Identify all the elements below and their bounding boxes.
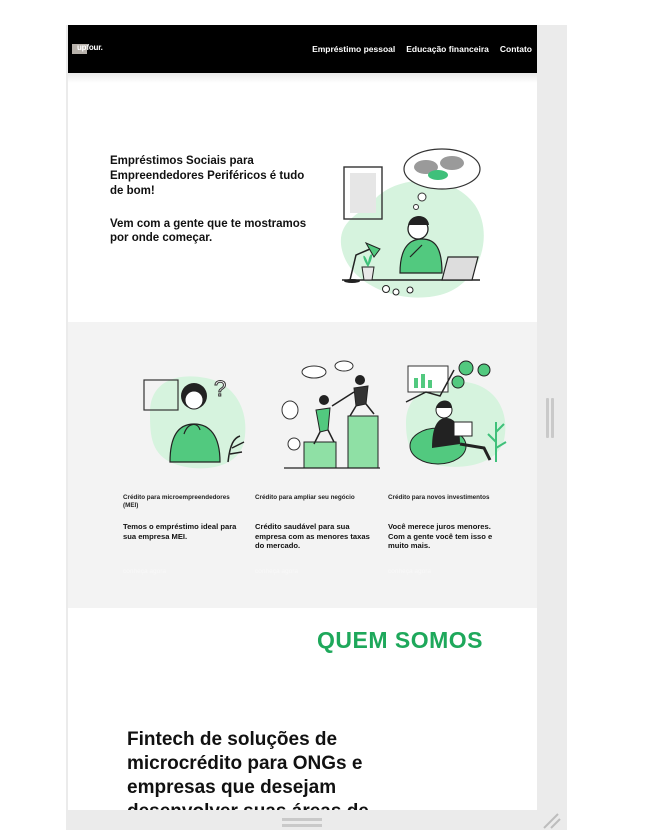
service-card-mei: Crédito para microempreendedores (MEI) T… (123, 494, 243, 575)
service-link[interactable]: conheça agora (123, 568, 243, 575)
website-page: upfour. Empréstimo pessoal Educação fina… (68, 25, 537, 810)
hero-subtitle-line2: por onde começar. (110, 232, 213, 244)
nav-link-educacao-financeira[interactable]: Educação financeira (406, 44, 489, 54)
svg-text:?: ? (214, 376, 226, 401)
climbing-steps-illustration (281, 360, 380, 469)
service-link[interactable]: conheça agora (255, 568, 375, 575)
service-link[interactable]: conheça agora (388, 568, 508, 575)
service-card-ampliar: Crédito para ampliar seu negócio Crédito… (255, 494, 375, 575)
navbar-shadow (68, 73, 537, 83)
service-tag: Crédito para ampliar seu negócio (255, 494, 355, 501)
woman-thinking-illustration: ? (143, 376, 246, 469)
thinking-person-illustration (340, 148, 484, 298)
nav-link-emprestimo-pessoal[interactable]: Empréstimo pessoal (312, 44, 395, 54)
service-description: Temos o empréstimo ideal para sua empres… (123, 522, 237, 541)
service-tag: Crédito para microempreendedores (MEI) (123, 494, 230, 509)
service-tag: Crédito para novos investimentos (388, 494, 490, 501)
hero-title: Empréstimos Sociais para Empreendedores … (110, 155, 305, 197)
services-section: ? Crédito para microempreendedores (MEI)… (68, 322, 537, 608)
nav-links: Empréstimo pessoal Educação financeira C… (312, 44, 532, 54)
top-navbar: upfour. Empréstimo pessoal Educação fina… (68, 25, 537, 73)
nav-link-contato[interactable]: Contato (500, 44, 532, 54)
service-description: Você merece juros menores. Com a gente v… (388, 522, 493, 550)
about-text: Fintech de soluções de microcrédito para… (127, 729, 369, 810)
investor-laptop-illustration (405, 360, 507, 467)
bottom-scroll-grip[interactable] (282, 818, 322, 830)
service-description: Crédito saudável para sua empresa com as… (255, 522, 370, 550)
side-scroll-grip[interactable] (546, 398, 555, 438)
service-card-investimentos: Crédito para novos investimentos Você me… (388, 494, 508, 575)
hero-subtitle-line1: Vem com a gente que te mostramos (110, 218, 307, 230)
logo[interactable]: upfour. (77, 43, 103, 52)
about-title: QUEM SOMOS (317, 627, 484, 653)
resize-handle-icon[interactable] (540, 812, 562, 830)
hero-subtitle: Vem com a gente que te mostramos por ond… (110, 217, 310, 245)
